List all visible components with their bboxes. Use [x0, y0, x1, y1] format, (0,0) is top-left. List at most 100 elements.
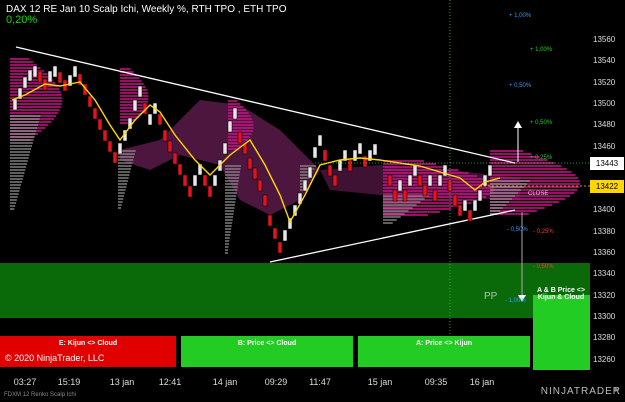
- bear-brick: [457, 204, 463, 217]
- eth-tpo-bar: [10, 136, 35, 138]
- bear-brick: [237, 131, 243, 144]
- bull-brick: [147, 113, 153, 126]
- eth-tpo-bar: [10, 172, 25, 174]
- bear-brick: [87, 95, 93, 108]
- bear-brick: [252, 167, 258, 180]
- bear-brick: [417, 174, 423, 187]
- bear-brick: [432, 189, 438, 202]
- bear-brick: [207, 185, 213, 198]
- bull-brick: [477, 189, 483, 202]
- tpo-bar: [228, 106, 244, 108]
- bear-brick: [452, 194, 458, 207]
- bear-brick: [102, 129, 108, 142]
- bear-brick: [57, 71, 63, 84]
- eth-tpo-bar: [225, 225, 232, 227]
- zone-a-label: A: Price <> Kijun: [415, 340, 473, 347]
- y-tick-label: 13400: [593, 205, 616, 215]
- bear-brick: [277, 241, 283, 254]
- eth-tpo-bar: [118, 186, 127, 188]
- tpo-bar: [10, 109, 60, 111]
- bull-brick: [312, 146, 318, 159]
- price-axis[interactable]: 1356013540135201350013480134601344013420…: [590, 0, 625, 370]
- bull-brick: [487, 164, 493, 177]
- eth-tpo-bar: [490, 192, 518, 194]
- bull-brick: [192, 174, 198, 187]
- eth-tpo-bar: [10, 118, 40, 120]
- level-label: - 0,25%: [533, 229, 554, 235]
- eth-tpo-bar: [118, 177, 129, 179]
- tpo-bar: [490, 174, 576, 176]
- eth-tpo-bar: [383, 216, 401, 218]
- eth-tpo-bar: [118, 159, 134, 161]
- bull-brick: [22, 76, 28, 89]
- tpo-bar: [490, 168, 567, 170]
- eth-tpo-bar: [383, 210, 409, 212]
- bear-brick: [332, 174, 338, 187]
- time-axis[interactable]: 03:27 15:19 13 jan 12:41 14 jan 09:29 11:47 15 …: [0, 370, 590, 394]
- eth-tpo-bar: [225, 189, 238, 191]
- eth-tpo-bar: [225, 216, 234, 218]
- y-tick-label: 13540: [593, 56, 616, 66]
- bull-brick: [12, 98, 18, 111]
- tpo-bar: [490, 177, 579, 179]
- eth-tpo-bar: [225, 174, 240, 176]
- level-label: CLOSE: [528, 191, 549, 197]
- eth-tpo-bar: [10, 145, 32, 147]
- tpo-bar: [490, 153, 532, 155]
- tpo-bar: [120, 110, 144, 112]
- tpo-bar: [228, 100, 238, 102]
- y-tick-label: 13340: [593, 269, 616, 279]
- eth-tpo-bar: [118, 189, 126, 191]
- eth-tpo-bar: [225, 180, 239, 182]
- eth-tpo-bar: [225, 219, 233, 221]
- bear-brick: [172, 152, 178, 165]
- tpo-bar: [120, 80, 142, 82]
- eth-tpo-bar: [225, 240, 230, 242]
- tpo-bar: [120, 89, 147, 91]
- change-percent: 0,20%: [6, 14, 38, 26]
- tpo-bar: [490, 171, 572, 173]
- zone-b-label: B: Price <> Cloud: [237, 340, 297, 347]
- x-tick-label: 03:27: [13, 377, 37, 387]
- y-tick-label: 13300: [593, 311, 616, 321]
- eth-tpo-bar: [490, 207, 503, 209]
- y-tick-label: 13560: [593, 35, 616, 44]
- eth-tpo-bar: [225, 195, 237, 197]
- tpo-bar: [120, 95, 149, 97]
- eth-tpo-bar: [10, 148, 32, 150]
- tpo-bar: [10, 112, 59, 114]
- eth-tpo-bar: [490, 195, 515, 197]
- eth-tpo-bar: [10, 199, 17, 201]
- eth-tpo-bar: [10, 208, 15, 210]
- bull-brick: [427, 174, 433, 187]
- tpo-bar: [120, 116, 140, 118]
- eth-tpo-bar: [118, 207, 121, 209]
- eth-tpo-bar: [10, 142, 33, 144]
- tpo-bar: [10, 103, 62, 105]
- eth-tpo-bar: [10, 205, 16, 207]
- bull-brick: [222, 142, 228, 155]
- tpo-bar: [228, 103, 241, 105]
- price-chart[interactable]: [0, 0, 590, 370]
- level-label: + 0,50%: [509, 83, 532, 89]
- eth-tpo-bar: [225, 228, 232, 230]
- scroll-right-icon[interactable]: ▸: [612, 384, 622, 394]
- price-badge-upper: 13443: [590, 157, 624, 170]
- tpo-bar: [10, 58, 30, 60]
- chart-area[interactable]: [0, 0, 590, 370]
- eth-tpo-bar: [118, 180, 128, 182]
- eth-tpo-bar: [10, 121, 39, 123]
- eth-tpo-bar: [225, 183, 239, 185]
- bull-brick: [437, 174, 443, 187]
- tpo-bar: [120, 113, 142, 115]
- bear-brick: [182, 174, 188, 187]
- eth-tpo-bar: [10, 133, 36, 135]
- eth-tpo-bar: [225, 210, 234, 212]
- tpo-bar: [383, 178, 485, 180]
- bull-brick: [227, 120, 233, 133]
- eth-tpo-bar: [225, 237, 230, 239]
- eth-tpo-bar: [10, 130, 37, 132]
- eth-tpo-bar: [10, 184, 22, 186]
- eth-tpo-bar: [383, 204, 417, 206]
- x-tick-label: 13 jan: [109, 377, 135, 387]
